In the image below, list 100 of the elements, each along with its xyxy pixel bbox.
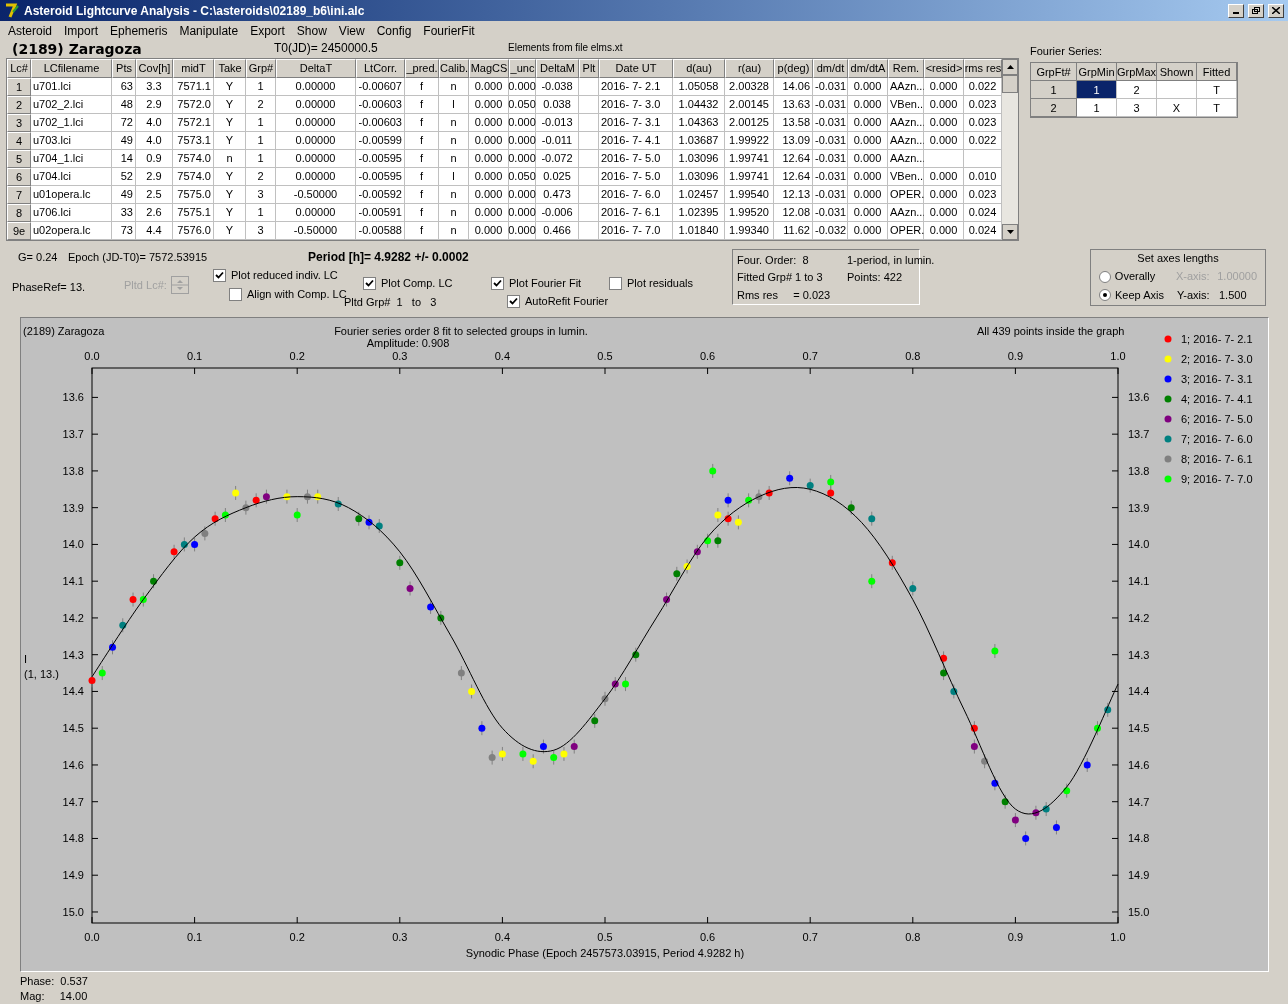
x-tick-label: 0.0: [84, 350, 100, 362]
column-header[interactable]: Date UT: [599, 58, 673, 78]
column-header[interactable]: Shown: [1157, 63, 1197, 82]
menu-item[interactable]: Manipulate: [173, 21, 245, 40]
y-tick-label: 15.0: [62, 905, 84, 918]
chart-asteroid-name: (2189) Zaragoza: [23, 325, 105, 337]
checkbox-label: Plot residuals: [627, 275, 694, 291]
column-header[interactable]: LCfilename: [31, 58, 112, 78]
x-tick-label: 0.1: [186, 931, 203, 943]
point: [539, 743, 547, 751]
column-header[interactable]: Pts: [112, 58, 136, 78]
y-tick-label: 14.7: [1128, 795, 1150, 808]
y-tick-label: 13.7: [62, 428, 84, 441]
y-tick-label: 13.6: [62, 391, 84, 404]
checkbox-label: Plot reduced indiv. LC: [231, 267, 338, 283]
column-header[interactable]: midT: [173, 58, 214, 78]
menu-item[interactable]: View: [332, 21, 371, 40]
legend-label: 7; 2016- 7- 6.0: [1181, 433, 1253, 445]
point: [709, 467, 717, 475]
point: [262, 493, 270, 501]
column-header[interactable]: Plt: [579, 58, 599, 78]
table-cell: X: [1157, 99, 1197, 118]
point: [940, 669, 948, 677]
x-tick-label: 0.9: [1007, 931, 1024, 943]
column-header[interactable]: Calib.: [439, 58, 469, 78]
y-tick-label: 14.6: [62, 758, 84, 771]
menu-item[interactable]: Asteroid: [2, 21, 59, 40]
menu-item[interactable]: Ephemeris: [104, 21, 174, 40]
column-header[interactable]: _pred.: [405, 58, 439, 78]
column-header[interactable]: <resid>: [924, 58, 964, 78]
column-header[interactable]: d(au): [673, 58, 725, 78]
point: [98, 669, 106, 677]
point: [734, 518, 742, 526]
point: [457, 669, 465, 677]
column-header[interactable]: Cov[h]: [136, 58, 173, 78]
menu-item[interactable]: FourierFit: [417, 21, 481, 40]
y-tick-label: 14.7: [62, 795, 84, 808]
checkbox-label: Plot Comp. LC: [381, 275, 453, 291]
column-header[interactable]: GrpFt#: [1031, 63, 1077, 82]
y-tick-label: 14.1: [62, 575, 84, 588]
g-value: G= 0.24: [18, 249, 59, 265]
point: [714, 537, 722, 545]
column-header[interactable]: DeltaM: [536, 58, 579, 78]
column-header[interactable]: _unc: [509, 58, 536, 78]
column-header[interactable]: Fitted: [1197, 63, 1237, 82]
x-tick-label: 0.7: [802, 931, 818, 943]
amplitude-text: Amplitude: 0.908: [366, 337, 450, 349]
column-header[interactable]: dm/dt: [813, 58, 848, 78]
table-cell: 1: [1077, 81, 1117, 100]
column-header[interactable]: dm/dtA: [848, 58, 888, 78]
point: [570, 743, 578, 751]
point: [591, 717, 599, 725]
y-tick-label: 13.8: [62, 464, 84, 477]
column-header[interactable]: Lc#: [7, 58, 31, 78]
fit-info-text: Fitted Grp# 1 to 3: [737, 270, 824, 286]
column-header[interactable]: LtCorr.: [356, 58, 405, 78]
y-tick-label: 14.4: [62, 685, 84, 698]
x-tick-label: 0.2: [289, 350, 305, 362]
menu-item[interactable]: Import: [58, 21, 105, 40]
elements-source: Elements from file elms.xt: [508, 40, 623, 55]
row-header[interactable]: 2: [1031, 99, 1077, 118]
column-header[interactable]: GrpMax: [1117, 63, 1157, 82]
y-tick-label: 14.5: [1128, 722, 1150, 735]
points-note: All 439 points inside the graph: [977, 325, 1125, 337]
fit-info-text: Four. Order: 8: [737, 252, 810, 268]
axis-value: 1.500: [1219, 287, 1247, 303]
y-tick-label: 14.6: [1128, 758, 1150, 771]
y-tick-label: 14.4: [1128, 685, 1150, 698]
column-header[interactable]: DeltaT: [276, 58, 356, 78]
point: [468, 687, 476, 695]
column-header[interactable]: MagCS: [469, 58, 509, 78]
point: [714, 511, 722, 519]
point: [991, 647, 999, 655]
x-tick-label: 0.3: [392, 931, 408, 943]
menu-item[interactable]: Export: [244, 21, 291, 40]
column-header[interactable]: Grp#: [246, 58, 276, 78]
column-header[interactable]: GrpMin: [1077, 63, 1117, 82]
point: [88, 676, 96, 684]
y-tick-label: 13.8: [1128, 464, 1150, 477]
menu-item[interactable]: Show: [290, 21, 333, 40]
point: [406, 585, 414, 593]
point: [498, 750, 506, 758]
column-header[interactable]: p(deg): [774, 58, 813, 78]
period-value: Period [h]= 4.9282 +/- 0.0002: [308, 248, 469, 266]
epoch-value: Epoch (JD-T0)= 7572.53915: [68, 249, 209, 265]
column-header[interactable]: Take: [214, 58, 246, 78]
x-tick-label: 0.5: [597, 350, 613, 362]
y-tick-label: 13.6: [1128, 391, 1150, 404]
x-tick-label: 0.9: [1007, 350, 1024, 362]
column-header[interactable]: rms res: [964, 58, 1002, 78]
status-text: Phase: 0.537: [20, 974, 89, 989]
column-header[interactable]: Rem.: [888, 58, 924, 78]
point: [868, 515, 876, 523]
asteroid-name: (2189) Zaragoza: [12, 40, 143, 57]
y-tick-label: 14.8: [62, 832, 84, 845]
point: [560, 750, 568, 758]
menu-item[interactable]: Config: [370, 21, 418, 40]
column-header[interactable]: r(au): [725, 58, 774, 78]
row-header[interactable]: 1: [1031, 81, 1077, 100]
radio-label: Overally: [1114, 269, 1157, 285]
